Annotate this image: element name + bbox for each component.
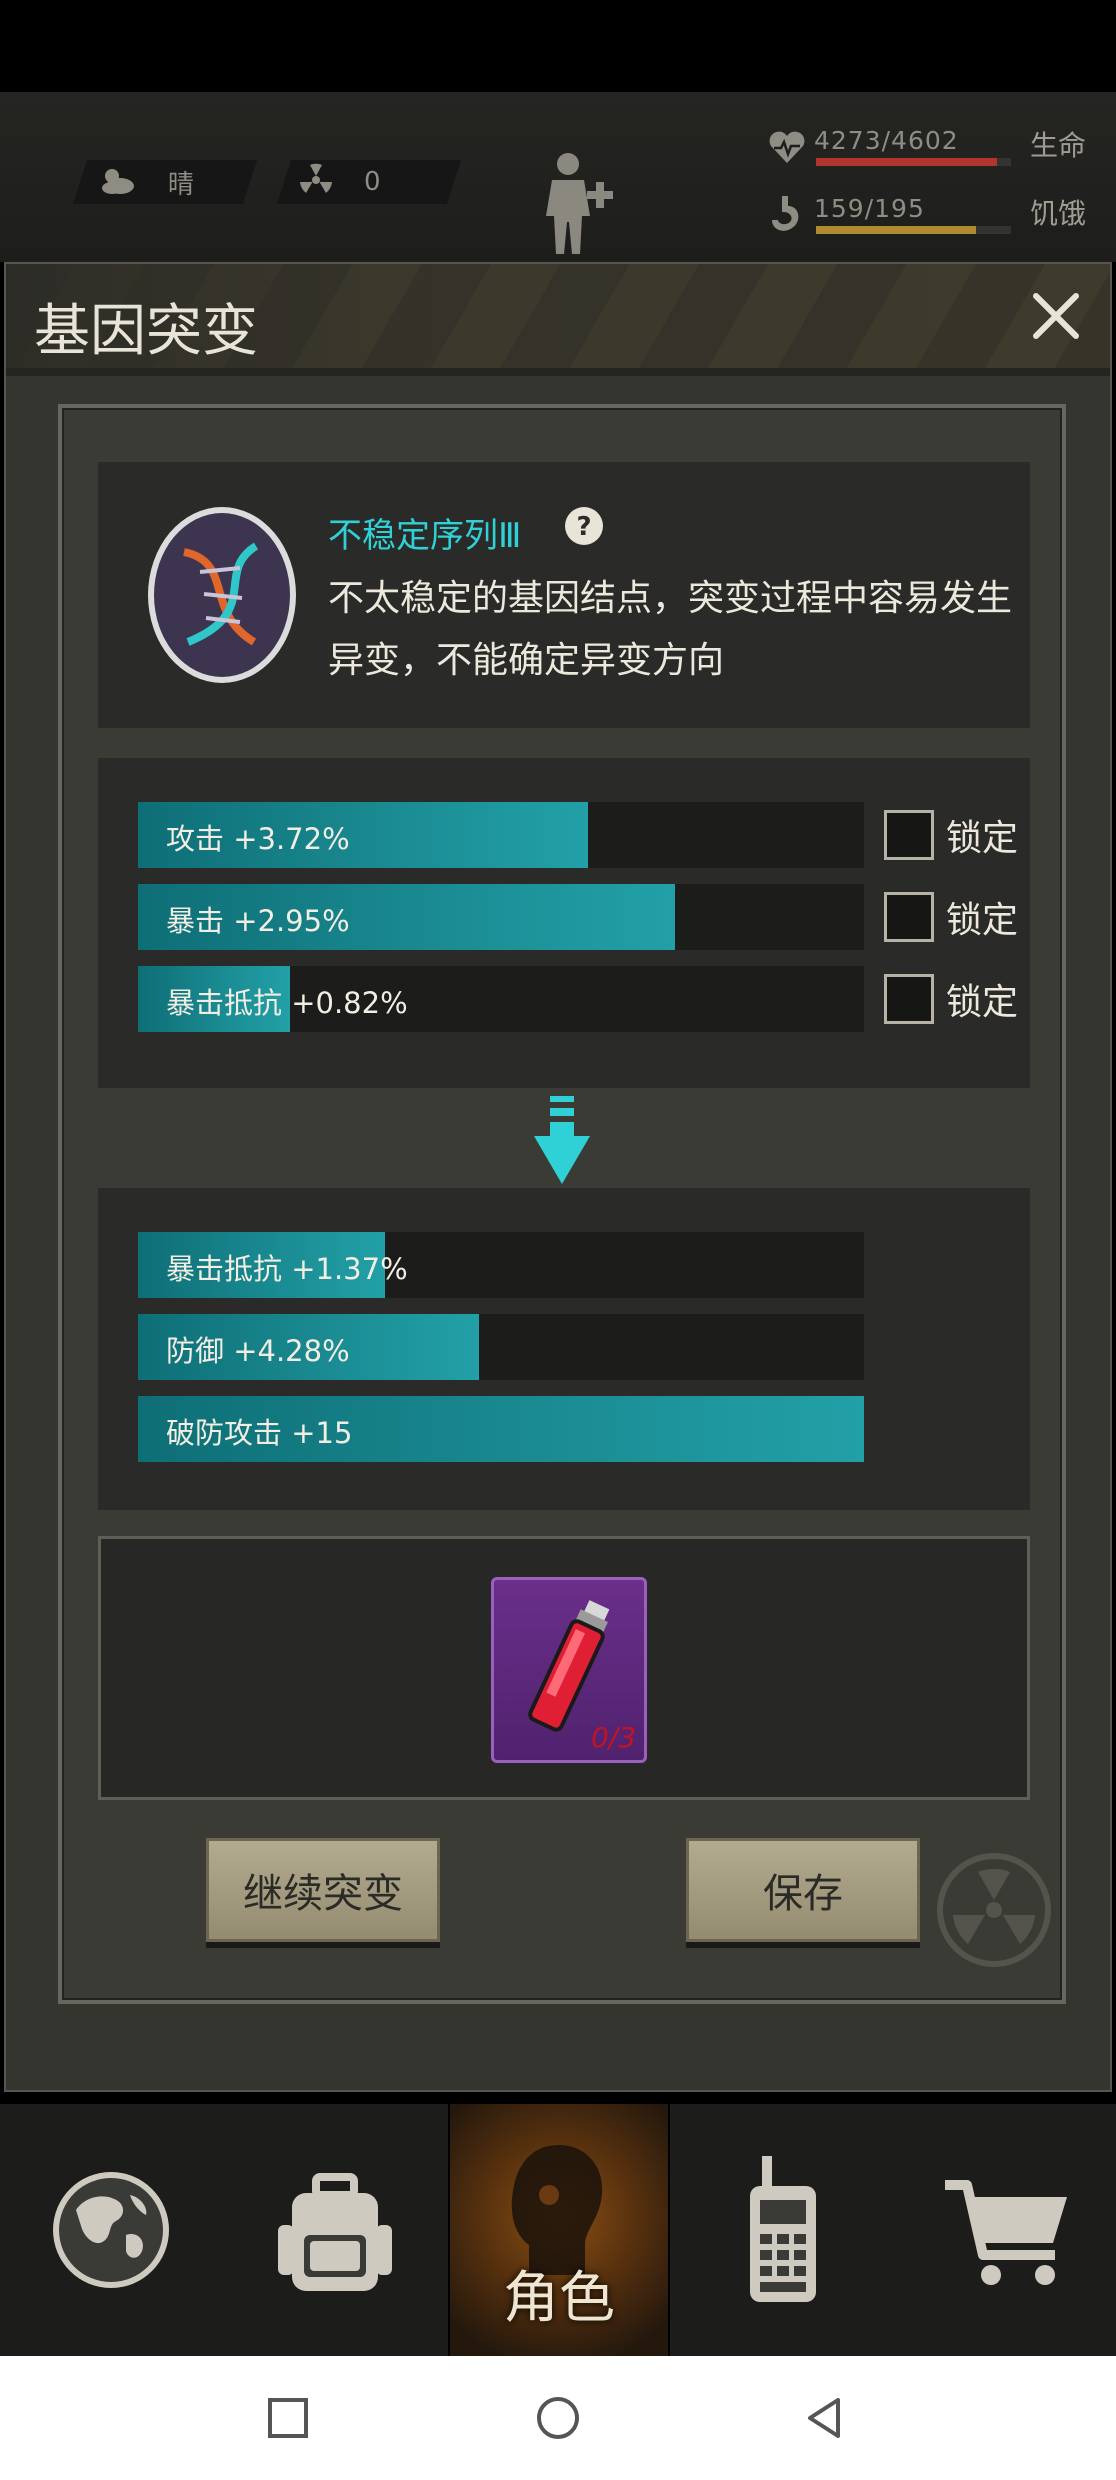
gene-mutation-dialog: 基因突变 不稳定序列Ⅲ ? 不太稳定的基因结点，突变过程中容易发生异变，不能确定… (4, 262, 1112, 2092)
radiation-value: 0 (364, 167, 381, 197)
help-button[interactable]: ? (564, 506, 604, 546)
nav-world[interactable] (0, 2104, 222, 2356)
nav-inventory[interactable] (224, 2104, 446, 2356)
stomach-icon (768, 194, 804, 238)
close-button[interactable] (1028, 288, 1084, 344)
radiation-indicator: 0 (276, 160, 462, 204)
item-slot[interactable]: 0/3 (491, 1577, 647, 1763)
radiation-icon (298, 162, 334, 202)
continue-mutation-button[interactable]: 继续突变 (206, 1838, 440, 1942)
gene-name: 不稳定序列Ⅲ (328, 516, 522, 556)
globe-icon (53, 2172, 169, 2288)
bottom-navigation: 角色 (0, 2104, 1116, 2356)
attribute-text: 暴击抵抗 +1.37% (166, 1252, 408, 1286)
home-button[interactable] (532, 2392, 584, 2444)
lock-label: 锁定 (946, 818, 1019, 859)
gene-info-panel: 不稳定序列Ⅲ ? 不太稳定的基因结点，突变过程中容易发生异变，不能确定异变方向 (98, 462, 1030, 728)
back-button[interactable] (798, 2392, 850, 2444)
new-attribute-row: 暴击抵抗 +1.37% (138, 1232, 864, 1298)
new-attribute-row: 破防攻击 +15 (138, 1396, 864, 1462)
attribute-text: 攻击 +3.72% (166, 822, 350, 856)
svg-text:?: ? (576, 512, 591, 542)
lock-checkbox[interactable] (884, 810, 934, 860)
health-bar (816, 158, 1011, 166)
status-bar-area (0, 0, 1116, 92)
lock-label: 锁定 (946, 982, 1019, 1023)
question-icon: ? (565, 507, 603, 545)
hunger-bar (816, 226, 1011, 234)
weather-indicator: 晴 (72, 160, 258, 204)
lock-checkbox[interactable] (884, 892, 934, 942)
attribute-text: 暴击 +2.95% (166, 904, 350, 938)
gene-description: 不太稳定的基因结点，突变过程中容易发生异变，不能确定异变方向 (328, 578, 1013, 681)
heart-icon (768, 130, 806, 168)
nav-character-label: 角色 (503, 2266, 615, 2331)
down-arrow-icon (532, 1094, 592, 1186)
nav-character[interactable]: 角色 (448, 2104, 670, 2356)
nav-shop[interactable] (896, 2104, 1116, 2356)
dialog-content: 不稳定序列Ⅲ ? 不太稳定的基因结点，突变过程中容易发生异变，不能确定异变方向 … (58, 404, 1066, 2004)
lock-label: 锁定 (946, 900, 1019, 941)
attribute-text: 防御 +4.28% (166, 1334, 350, 1368)
hunger-value: 159/195 (814, 194, 925, 223)
close-icon (1033, 293, 1079, 339)
recent-apps-button[interactable] (262, 2392, 314, 2444)
new-attribute-row: 防御 +4.28% (138, 1314, 864, 1380)
health-label: 生命 (1029, 129, 1086, 162)
cloud-sun-icon (98, 164, 138, 200)
lock-checkbox[interactable] (884, 974, 934, 1024)
save-button[interactable]: 保存 (686, 1838, 920, 1942)
lock-toggle[interactable]: 锁定 (884, 884, 1024, 950)
current-attribute-row: 攻击 +3.72% (138, 802, 864, 868)
attribute-text: 暴击抵抗 +0.82% (166, 986, 408, 1020)
walkie-talkie-icon (750, 2156, 816, 2302)
cart-icon (945, 2180, 1067, 2285)
backpack-icon (278, 2173, 392, 2291)
dialog-title: 基因突变 (34, 299, 258, 364)
dialog-title-bar: 基因突变 (6, 264, 1110, 376)
current-attributes-panel: 攻击 +3.72% 锁定 暴击 +2.95% 锁定 暴击抵抗 +0.82% 锁定 (98, 758, 1030, 1088)
lock-toggle[interactable]: 锁定 (884, 802, 1024, 868)
lock-toggle[interactable]: 锁定 (884, 966, 1024, 1032)
nav-radio[interactable] (672, 2104, 894, 2356)
weather-text: 晴 (168, 169, 195, 200)
add-character-icon[interactable] (538, 150, 618, 260)
hunger-stat: 159/195 饥饿 (746, 192, 1086, 242)
attribute-text: 破防攻击 +15 (166, 1416, 353, 1450)
radiation-watermark-icon (937, 1853, 1051, 1967)
hunger-label: 饥饿 (1029, 197, 1086, 230)
current-attribute-row: 暴击抵抗 +0.82% (138, 966, 864, 1032)
new-attributes-panel: 暴击抵抗 +1.37% 防御 +4.28% 破防攻击 +15 (98, 1188, 1030, 1510)
dna-icon (144, 502, 300, 688)
hud: 晴 0 4273/4602 生命 159/195 饥饿 (0, 92, 1116, 262)
health-value: 4273/4602 (814, 126, 959, 155)
item-count: 0/3 (590, 1721, 636, 1754)
required-item-panel: 0/3 (98, 1536, 1030, 1800)
current-attribute-row: 暴击 +2.95% (138, 884, 864, 950)
health-stat: 4273/4602 生命 (746, 124, 1086, 174)
system-navigation-bar (0, 2356, 1116, 2480)
